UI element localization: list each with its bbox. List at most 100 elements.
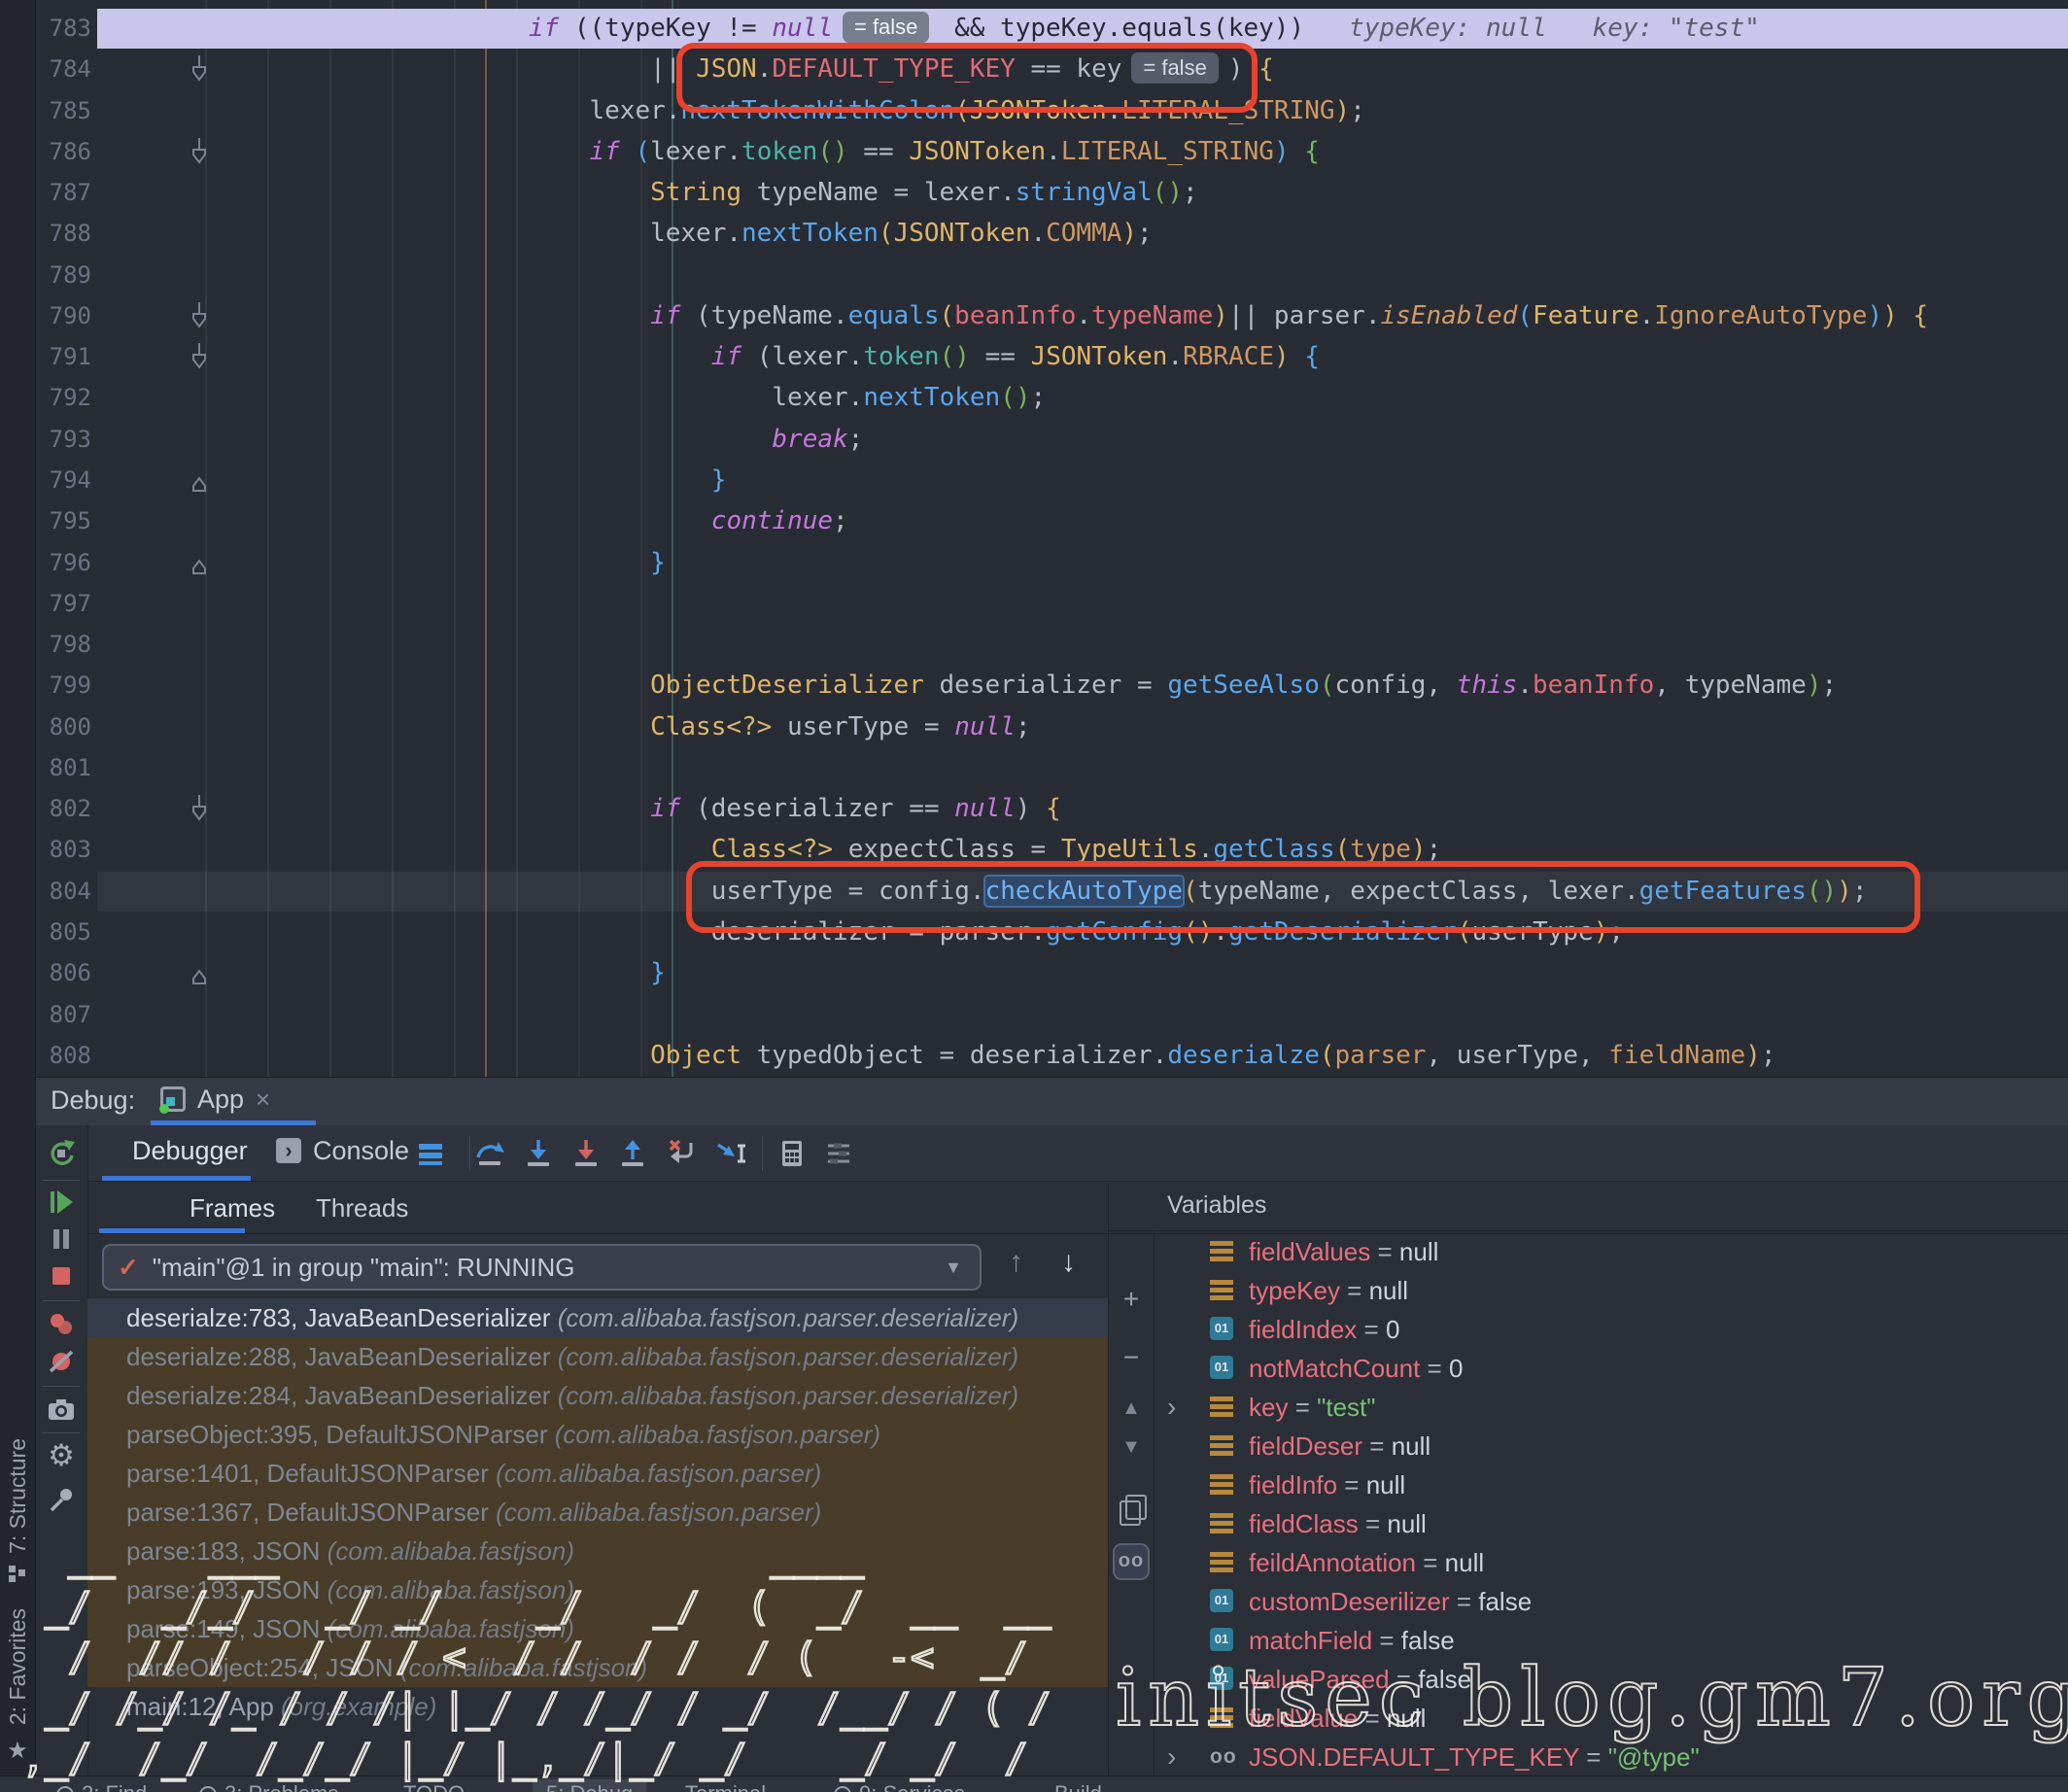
statusbar-item[interactable]: TODO [403,1779,465,1792]
variable-row[interactable]: fieldValue = null [1109,1699,2068,1738]
camera-button[interactable] [45,1394,78,1427]
pause-button[interactable] [45,1223,78,1256]
stack-frame[interactable]: parseObject:254, JSON (com.alibaba.fastj… [87,1648,1108,1687]
code-line-793[interactable]: 793break; [0,419,2068,461]
code-line-807[interactable]: 807 [0,994,2068,1036]
settings-gear-icon[interactable]: ⚙ [45,1439,78,1472]
toolwindow-favorites[interactable]: 2: Favorites ★ [0,1608,35,1765]
statusbar-item[interactable]: 3: Problems [199,1779,338,1792]
close-icon[interactable]: × [256,1085,270,1115]
code-line-797[interactable]: 797 [0,583,2068,625]
tab-threads[interactable]: Threads [316,1193,408,1223]
field-icon [1210,1707,1233,1729]
stack-frame[interactable]: main:12, App (org.example) [87,1687,1108,1726]
code-line-805[interactable]: 805deserializer = parser.getConfig().get… [0,912,2068,953]
variable-row[interactable]: 01fieldIndex = 0 [1109,1310,2068,1349]
variable-row[interactable]: 01valueParsed = false [1109,1660,2068,1699]
step-over-button[interactable] [473,1137,506,1170]
code-line-791[interactable]: 791if (lexer.token() == JSONToken.RBRACE… [0,336,2068,378]
code-line-790[interactable]: 790if (typeName.equals(beanInfo.typeName… [0,295,2068,337]
variable-row[interactable]: 01customDeserilizer = false [1109,1582,2068,1621]
evaluate-expression-button[interactable] [776,1137,809,1170]
code-line-783[interactable]: 783if ((typeKey != null= false && typeKe… [0,8,2068,50]
stack-frame[interactable]: parse:183, JSON (com.alibaba.fastjson) [87,1532,1108,1570]
run-to-cursor-button[interactable] [714,1137,747,1170]
tab-app[interactable]: App × [151,1078,280,1120]
variable-row[interactable]: feildAnnotation = null [1109,1543,2068,1582]
mute-breakpoints-button[interactable] [45,1345,78,1378]
variable-row[interactable]: 01notMatchCount = 0 [1109,1349,2068,1388]
line-number: 788 [35,213,91,255]
code-line-792[interactable]: 792lexer.nextToken(); [0,377,2068,419]
code-line-788[interactable]: 788lexer.nextToken(JSONToken.COMMA); [0,213,2068,255]
code-line-800[interactable]: 800Class<?> userType = null; [0,706,2068,748]
tab-console[interactable]: › Console [276,1125,409,1176]
frame-up-button[interactable]: ↑ [1009,1246,1023,1279]
statusbar-item[interactable]: Build [1054,1779,1102,1792]
rerun-button[interactable] [45,1137,78,1170]
code-line-808[interactable]: 808Object typedObject = deserializer.des… [0,1035,2068,1077]
variable-row[interactable]: fieldClass = null [1109,1504,2068,1543]
statusbar-item[interactable]: Terminal [685,1779,766,1792]
force-step-into-button[interactable] [569,1137,603,1170]
code-line-794[interactable]: 794} [0,460,2068,501]
frame-down-button[interactable]: ↓ [1061,1246,1076,1279]
variable-row[interactable]: fieldDeser = null [1109,1427,2068,1465]
code-line-785[interactable]: 785lexer.nextTokenWithColon(JSONToken.LI… [0,90,2068,132]
statusbar-item[interactable]: 9: Services [834,1779,965,1792]
stack-frame[interactable]: deserialze:284, JavaBeanDeserializer (co… [87,1376,1108,1415]
variable-row[interactable]: fieldValues = null [1109,1232,2068,1271]
code-editor[interactable]: 783if ((typeKey != null= false && typeKe… [0,0,2068,1077]
code-line-804[interactable]: 804userType = config.checkAutoType(typeN… [0,871,2068,913]
stack-frame[interactable]: parse:1367, DefaultJSONParser (com.aliba… [87,1493,1108,1532]
chevron-right-icon[interactable]: › [1167,1388,1176,1427]
code-line-802[interactable]: 802if (deserializer == null) { [0,788,2068,830]
toolwindow-structure[interactable]: 7: Structure [0,1438,35,1583]
code-line-799[interactable]: 799ObjectDeserializer deserializer = get… [0,665,2068,706]
code-line-801[interactable]: 801 [0,747,2068,789]
code-line-795[interactable]: 795continue; [0,500,2068,542]
line-number: 796 [35,542,91,584]
variable-row[interactable]: typeKey = null [1109,1271,2068,1310]
code-line-803[interactable]: 803Class<?> expectClass = TypeUtils.getC… [0,829,2068,871]
code-line-806[interactable]: 806} [0,952,2068,994]
resume-button[interactable] [45,1186,78,1219]
toolwindow-dot-icon [834,1786,851,1792]
layout-icon[interactable] [414,1137,447,1170]
line-number: 798 [35,624,91,666]
stack-frame[interactable]: deserialze:783, JavaBeanDeserializer (co… [87,1298,1108,1337]
code-line-796[interactable]: 796} [0,542,2068,584]
code-line-798[interactable]: 798 [0,624,2068,666]
code-line-786[interactable]: 786if (lexer.token() == JSONToken.LITERA… [0,131,2068,173]
statusbar-item[interactable]: 5: Debug [533,1779,646,1792]
line-number: 793 [35,419,91,461]
stack-frame[interactable]: parseObject:395, DefaultJSONParser (com.… [87,1415,1108,1454]
tab-frames[interactable]: Frames [190,1193,275,1223]
stop-button[interactable] [45,1259,78,1292]
code-line-787[interactable]: 787String typeName = lexer.stringVal(); [0,172,2068,214]
line-number: 789 [35,255,91,296]
chevron-right-icon[interactable]: › [1167,1738,1176,1776]
variable-row[interactable]: fieldInfo = null [1109,1465,2068,1504]
stack-frame[interactable]: parse:149, JSON (com.alibaba.fastjson) [87,1609,1108,1648]
debugger-tab-underline [102,1176,251,1181]
stack-frame[interactable]: parse:193, JSON (com.alibaba.fastjson) [87,1570,1108,1609]
stack-frame[interactable]: deserialze:288, JavaBeanDeserializer (co… [87,1337,1108,1376]
code-line-784[interactable]: 784|| JSON.DEFAULT_TYPE_KEY == key= fals… [0,49,2068,90]
variable-row[interactable]: 01matchField = false [1109,1621,2068,1660]
statusbar-item[interactable]: 2: Find [56,1779,147,1792]
stack-frame[interactable]: parse:1401, DefaultJSONParser (com.aliba… [87,1454,1108,1493]
variable-row[interactable]: ›ooJSON.DEFAULT_TYPE_KEY = "@type" [1109,1738,2068,1776]
tool-window-bar: 7: Structure 2: Favorites ★ [0,0,36,1775]
line-number: 799 [35,665,91,706]
layout-settings-icon[interactable] [822,1137,855,1170]
view-breakpoints-button[interactable] [45,1308,78,1341]
drop-frame-button[interactable] [666,1137,699,1170]
tab-debugger[interactable]: Debugger [132,1125,248,1176]
step-out-button[interactable] [616,1137,649,1170]
thread-selector[interactable]: ✓ "main"@1 in group "main": RUNNING ▼ [102,1244,982,1291]
code-line-789[interactable]: 789 [0,255,2068,296]
variable-row[interactable]: ›key = "test" [1109,1388,2068,1427]
step-into-button[interactable] [522,1137,555,1170]
pin-icon[interactable] [45,1483,78,1516]
